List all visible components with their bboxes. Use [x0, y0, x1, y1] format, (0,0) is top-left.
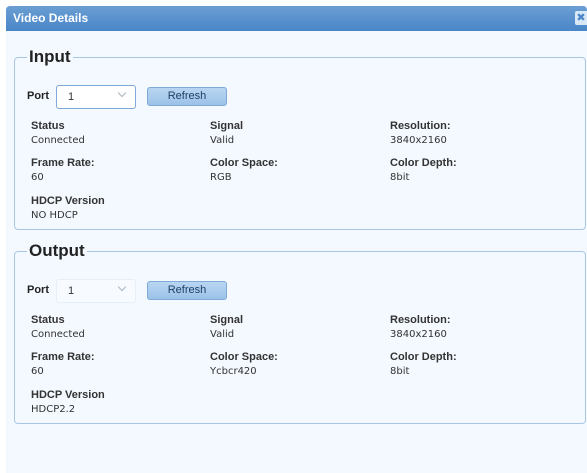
output-signal-value: Valid [210, 329, 235, 340]
input-framerate-label: Frame Rate: [31, 157, 95, 169]
input-signal-label: Signal [210, 120, 244, 132]
dialog-titlebar[interactable]: Video Details ✖ [6, 6, 587, 31]
input-framerate-value: 60 [31, 172, 44, 183]
input-hdcp: HDCP Version NO HDCP [31, 195, 105, 222]
input-resolution-label: Resolution: [390, 120, 451, 132]
output-section: Output Port 1 Refresh Status Connected S… [14, 242, 586, 424]
output-port-select[interactable]: 1 [56, 279, 136, 303]
output-colorspace-label: Color Space: [210, 351, 278, 363]
input-refresh-button[interactable]: Refresh [147, 87, 227, 106]
output-status-label: Status [31, 314, 65, 326]
output-signal: Signal Valid [210, 314, 243, 341]
dialog-title: Video Details [13, 11, 89, 25]
output-status: Status Connected [31, 314, 85, 341]
output-colordepth: Color Depth: 8bit [390, 351, 457, 378]
input-signal-value: Valid [210, 135, 235, 146]
input-port-label: Port [27, 90, 49, 102]
input-signal: Signal Valid [210, 120, 243, 147]
output-colordepth-value: 8bit [390, 366, 410, 377]
output-hdcp: HDCP Version HDCP2.2 [31, 389, 105, 416]
output-resolution: Resolution: 3840x2160 [390, 314, 451, 341]
input-colordepth-label: Color Depth: [390, 157, 457, 169]
input-port-select[interactable]: 1 [56, 85, 136, 109]
input-port-value: 1 [68, 91, 75, 103]
output-hdcp-label: HDCP Version [31, 389, 105, 401]
input-section: Input Port 1 Refresh Status Connected Si… [14, 48, 586, 230]
input-status-value: Connected [31, 135, 85, 146]
output-resolution-value: 3840x2160 [390, 329, 447, 340]
output-framerate-value: 60 [31, 366, 44, 377]
output-resolution-label: Resolution: [390, 314, 451, 326]
input-hdcp-label: HDCP Version [31, 195, 105, 207]
output-legend: Output [29, 241, 85, 260]
input-framerate: Frame Rate: 60 [31, 157, 95, 184]
output-port-value: 1 [68, 285, 75, 297]
output-hdcp-value: HDCP2.2 [31, 404, 76, 415]
output-colordepth-label: Color Depth: [390, 351, 457, 363]
chevron-down-icon [117, 88, 127, 98]
input-resolution-value: 3840x2160 [390, 135, 447, 146]
input-legend: Input [29, 47, 71, 66]
output-framerate: Frame Rate: 60 [31, 351, 95, 378]
input-colorspace-label: Color Space: [210, 157, 278, 169]
output-colorspace-value: Ycbcr420 [210, 366, 257, 377]
output-framerate-label: Frame Rate: [31, 351, 95, 363]
input-hdcp-value: NO HDCP [31, 210, 78, 221]
output-port-label: Port [27, 284, 49, 296]
input-resolution: Resolution: 3840x2160 [390, 120, 451, 147]
output-colorspace: Color Space: Ycbcr420 [210, 351, 278, 378]
input-colorspace-value: RGB [210, 172, 232, 183]
output-refresh-button[interactable]: Refresh [147, 281, 227, 300]
input-status: Status Connected [31, 120, 85, 147]
input-colordepth: Color Depth: 8bit [390, 157, 457, 184]
input-colorspace: Color Space: RGB [210, 157, 278, 184]
output-signal-label: Signal [210, 314, 244, 326]
video-details-dialog: Video Details ✖ Input Port 1 Refresh Sta… [6, 6, 587, 473]
output-status-value: Connected [31, 329, 85, 340]
chevron-down-icon [117, 282, 127, 292]
input-status-label: Status [31, 120, 65, 132]
close-icon[interactable]: ✖ [575, 11, 587, 25]
input-colordepth-value: 8bit [390, 172, 410, 183]
